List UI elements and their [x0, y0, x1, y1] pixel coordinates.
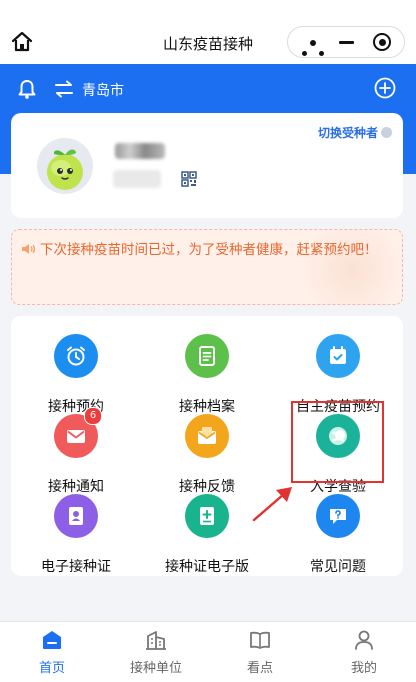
mini-program-capsule: [287, 26, 405, 58]
recipient-name-redacted: [115, 143, 165, 159]
nav-vaccination-units[interactable]: 接种单位: [104, 622, 208, 682]
nav-label: 我的: [350, 661, 377, 676]
sprout-mascot-icon: [47, 149, 83, 190]
service-label: 接种证电子版: [165, 559, 249, 575]
more-options-icon[interactable]: [302, 40, 327, 60]
city-selector[interactable]: 青岛市: [82, 80, 124, 100]
bell-icon[interactable]: [16, 78, 38, 100]
close-mini-program-icon[interactable]: [373, 33, 391, 51]
minimize-icon[interactable]: [339, 41, 354, 44]
document-icon: [185, 334, 229, 378]
service-label: 接种预约: [48, 399, 104, 415]
nav-highlights[interactable]: 看点: [208, 622, 312, 682]
service-label: 常见问题: [310, 559, 366, 575]
nav-label: 接种单位: [129, 661, 182, 676]
profile-card: 切换受种者: [11, 113, 403, 218]
switch-city-icon[interactable]: [54, 80, 74, 98]
service-electronic-certificate[interactable]: 电子接种证: [11, 494, 141, 575]
bottom-navigation: 首页 接种单位 看点 我的: [0, 621, 416, 682]
notification-count-badge: 6: [84, 407, 102, 425]
question-chat-icon: [316, 494, 360, 538]
nav-home[interactable]: 首页: [0, 622, 104, 682]
service-vaccination-notice[interactable]: 6 接种通知: [11, 407, 141, 495]
person-icon: [355, 630, 373, 650]
recipient-info-redacted: [113, 170, 161, 188]
switch-recipient-label: 切换受种者: [317, 126, 378, 140]
service-vaccination-appointment[interactable]: 接种预约: [11, 334, 141, 415]
service-label: 接种档案: [179, 399, 235, 415]
title-bar: 山东疫苗接种: [0, 0, 416, 64]
nav-label: 首页: [38, 661, 65, 676]
certificate-book-icon: [185, 494, 229, 538]
service-label: 接种通知: [48, 479, 104, 495]
notice-text: 下次接种疫苗时间已过，为了受种者健康，赶紧预约吧！: [40, 242, 378, 258]
vaccination-reminder-notice[interactable]: 下次接种疫苗时间已过，为了受种者健康，赶紧预约吧！: [11, 229, 403, 305]
switch-recipient-button[interactable]: 切换受种者: [318, 124, 392, 141]
calendar-check-icon: [316, 334, 360, 378]
pointer-arrow-icon: [252, 487, 292, 522]
home-icon: [43, 631, 61, 649]
avatar[interactable]: [37, 138, 93, 194]
switch-dot-icon: [381, 127, 392, 138]
service-vaccination-records[interactable]: 接种档案: [142, 334, 272, 415]
feedback-envelope-icon: [185, 414, 229, 458]
service-label: 电子接种证: [41, 559, 111, 575]
service-vaccination-feedback[interactable]: 接种反馈: [142, 414, 272, 495]
building-icon: [146, 631, 166, 650]
highlight-box: [291, 401, 384, 483]
id-card-icon: [54, 494, 98, 538]
nav-mine[interactable]: 我的: [312, 622, 416, 682]
alarm-clock-icon: [54, 334, 98, 378]
speaker-icon: [22, 244, 36, 254]
add-circle-icon[interactable]: [374, 77, 396, 99]
book-icon: [250, 631, 270, 649]
nav-label: 看点: [246, 661, 273, 676]
qr-code-icon[interactable]: [181, 171, 197, 187]
